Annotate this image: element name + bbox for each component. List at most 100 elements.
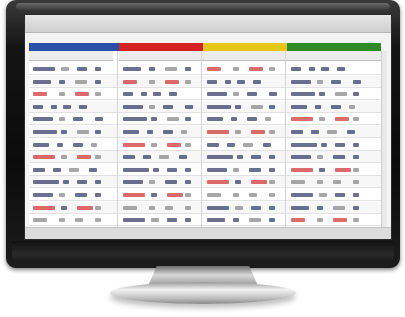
table-cell <box>77 130 89 134</box>
table-cell <box>91 142 97 147</box>
table-cell <box>235 104 241 109</box>
table-cell <box>159 155 169 160</box>
table-row <box>29 214 381 227</box>
table-cell <box>269 218 275 223</box>
table-cell <box>89 167 97 172</box>
table-cell <box>207 218 225 223</box>
table-cell <box>207 142 219 147</box>
table-cell <box>319 193 327 197</box>
table-cell <box>33 155 55 160</box>
table-cell <box>353 92 359 97</box>
table-cell <box>123 130 139 134</box>
table-cell <box>291 180 305 185</box>
table-cell <box>169 92 177 97</box>
column-divider <box>117 51 118 229</box>
table-cell <box>33 193 53 197</box>
table-cell <box>233 167 239 172</box>
table-cell <box>331 79 341 84</box>
table-cell <box>123 180 143 185</box>
table-cell <box>143 155 151 160</box>
table-cell <box>123 104 143 109</box>
table-cell <box>291 193 313 197</box>
table-cell <box>269 155 275 160</box>
table-row <box>29 100 381 113</box>
table-cell <box>291 218 305 223</box>
table-cell <box>61 67 69 71</box>
table-cell <box>247 117 257 122</box>
table-cell <box>353 142 359 147</box>
table-cell <box>61 205 67 210</box>
table-cell <box>291 205 309 210</box>
table-cell <box>353 193 359 197</box>
table-cell <box>167 167 177 172</box>
table-cell <box>167 193 183 197</box>
table-cell <box>333 218 347 223</box>
table-cell <box>95 79 101 84</box>
table-cell <box>185 205 191 210</box>
table-cell <box>95 92 101 97</box>
table-cell <box>151 117 157 122</box>
table-cell <box>123 193 145 197</box>
table-cell <box>333 155 345 160</box>
table-cell <box>75 92 89 97</box>
table-cell <box>95 130 101 134</box>
stand-base <box>110 282 296 304</box>
table-cell <box>73 117 83 122</box>
table-cell <box>53 167 61 172</box>
bezel-highlight <box>16 3 390 11</box>
table-cell <box>185 180 191 185</box>
table-cell <box>123 167 149 172</box>
table-cell <box>319 117 325 122</box>
table-cell <box>33 142 49 147</box>
table-cell <box>63 180 69 185</box>
table-cell <box>185 117 191 122</box>
table-cell <box>319 167 325 172</box>
table-row <box>29 126 381 138</box>
table-cell <box>33 104 43 109</box>
table-cell <box>33 167 45 172</box>
table-cell <box>269 180 275 185</box>
table-cell <box>151 218 159 223</box>
table-cell <box>265 117 271 122</box>
table-cell <box>95 67 101 71</box>
table-cell <box>59 79 65 84</box>
table-cell <box>207 155 233 160</box>
table-cell <box>353 155 359 160</box>
table-cell <box>291 155 311 160</box>
table-cell <box>207 104 231 109</box>
table-cell <box>33 205 55 210</box>
table-cell <box>235 130 241 134</box>
table-row <box>29 113 381 126</box>
table-cell <box>123 67 141 71</box>
table-cell <box>123 155 135 160</box>
table-cell <box>291 167 313 172</box>
table-cell <box>185 67 191 71</box>
table-cell <box>33 218 47 223</box>
table-cell <box>251 155 261 160</box>
table-cell <box>149 104 155 109</box>
table-cell <box>353 218 359 223</box>
monitor-chin <box>12 241 394 263</box>
table-cell <box>333 205 345 210</box>
table-cell <box>207 167 227 172</box>
table-cell <box>147 130 153 134</box>
strip-segment <box>203 43 287 51</box>
vertical-scrollbar <box>381 51 387 229</box>
table-cell <box>123 92 133 97</box>
table-cell <box>317 180 323 185</box>
table-cell <box>33 130 57 134</box>
table-cell <box>353 180 359 185</box>
table-cell <box>335 92 347 97</box>
table-cell <box>51 104 57 109</box>
table-cell <box>335 117 349 122</box>
table-cell <box>291 117 313 122</box>
table-cell <box>77 180 87 185</box>
table-cell <box>317 79 323 84</box>
table-cell <box>321 142 327 147</box>
table-cell <box>77 205 93 210</box>
monitor-illustration <box>0 0 405 317</box>
table-cell <box>249 167 261 172</box>
table-cell <box>269 193 275 197</box>
table-row <box>29 63 381 75</box>
table-cell <box>207 130 229 134</box>
